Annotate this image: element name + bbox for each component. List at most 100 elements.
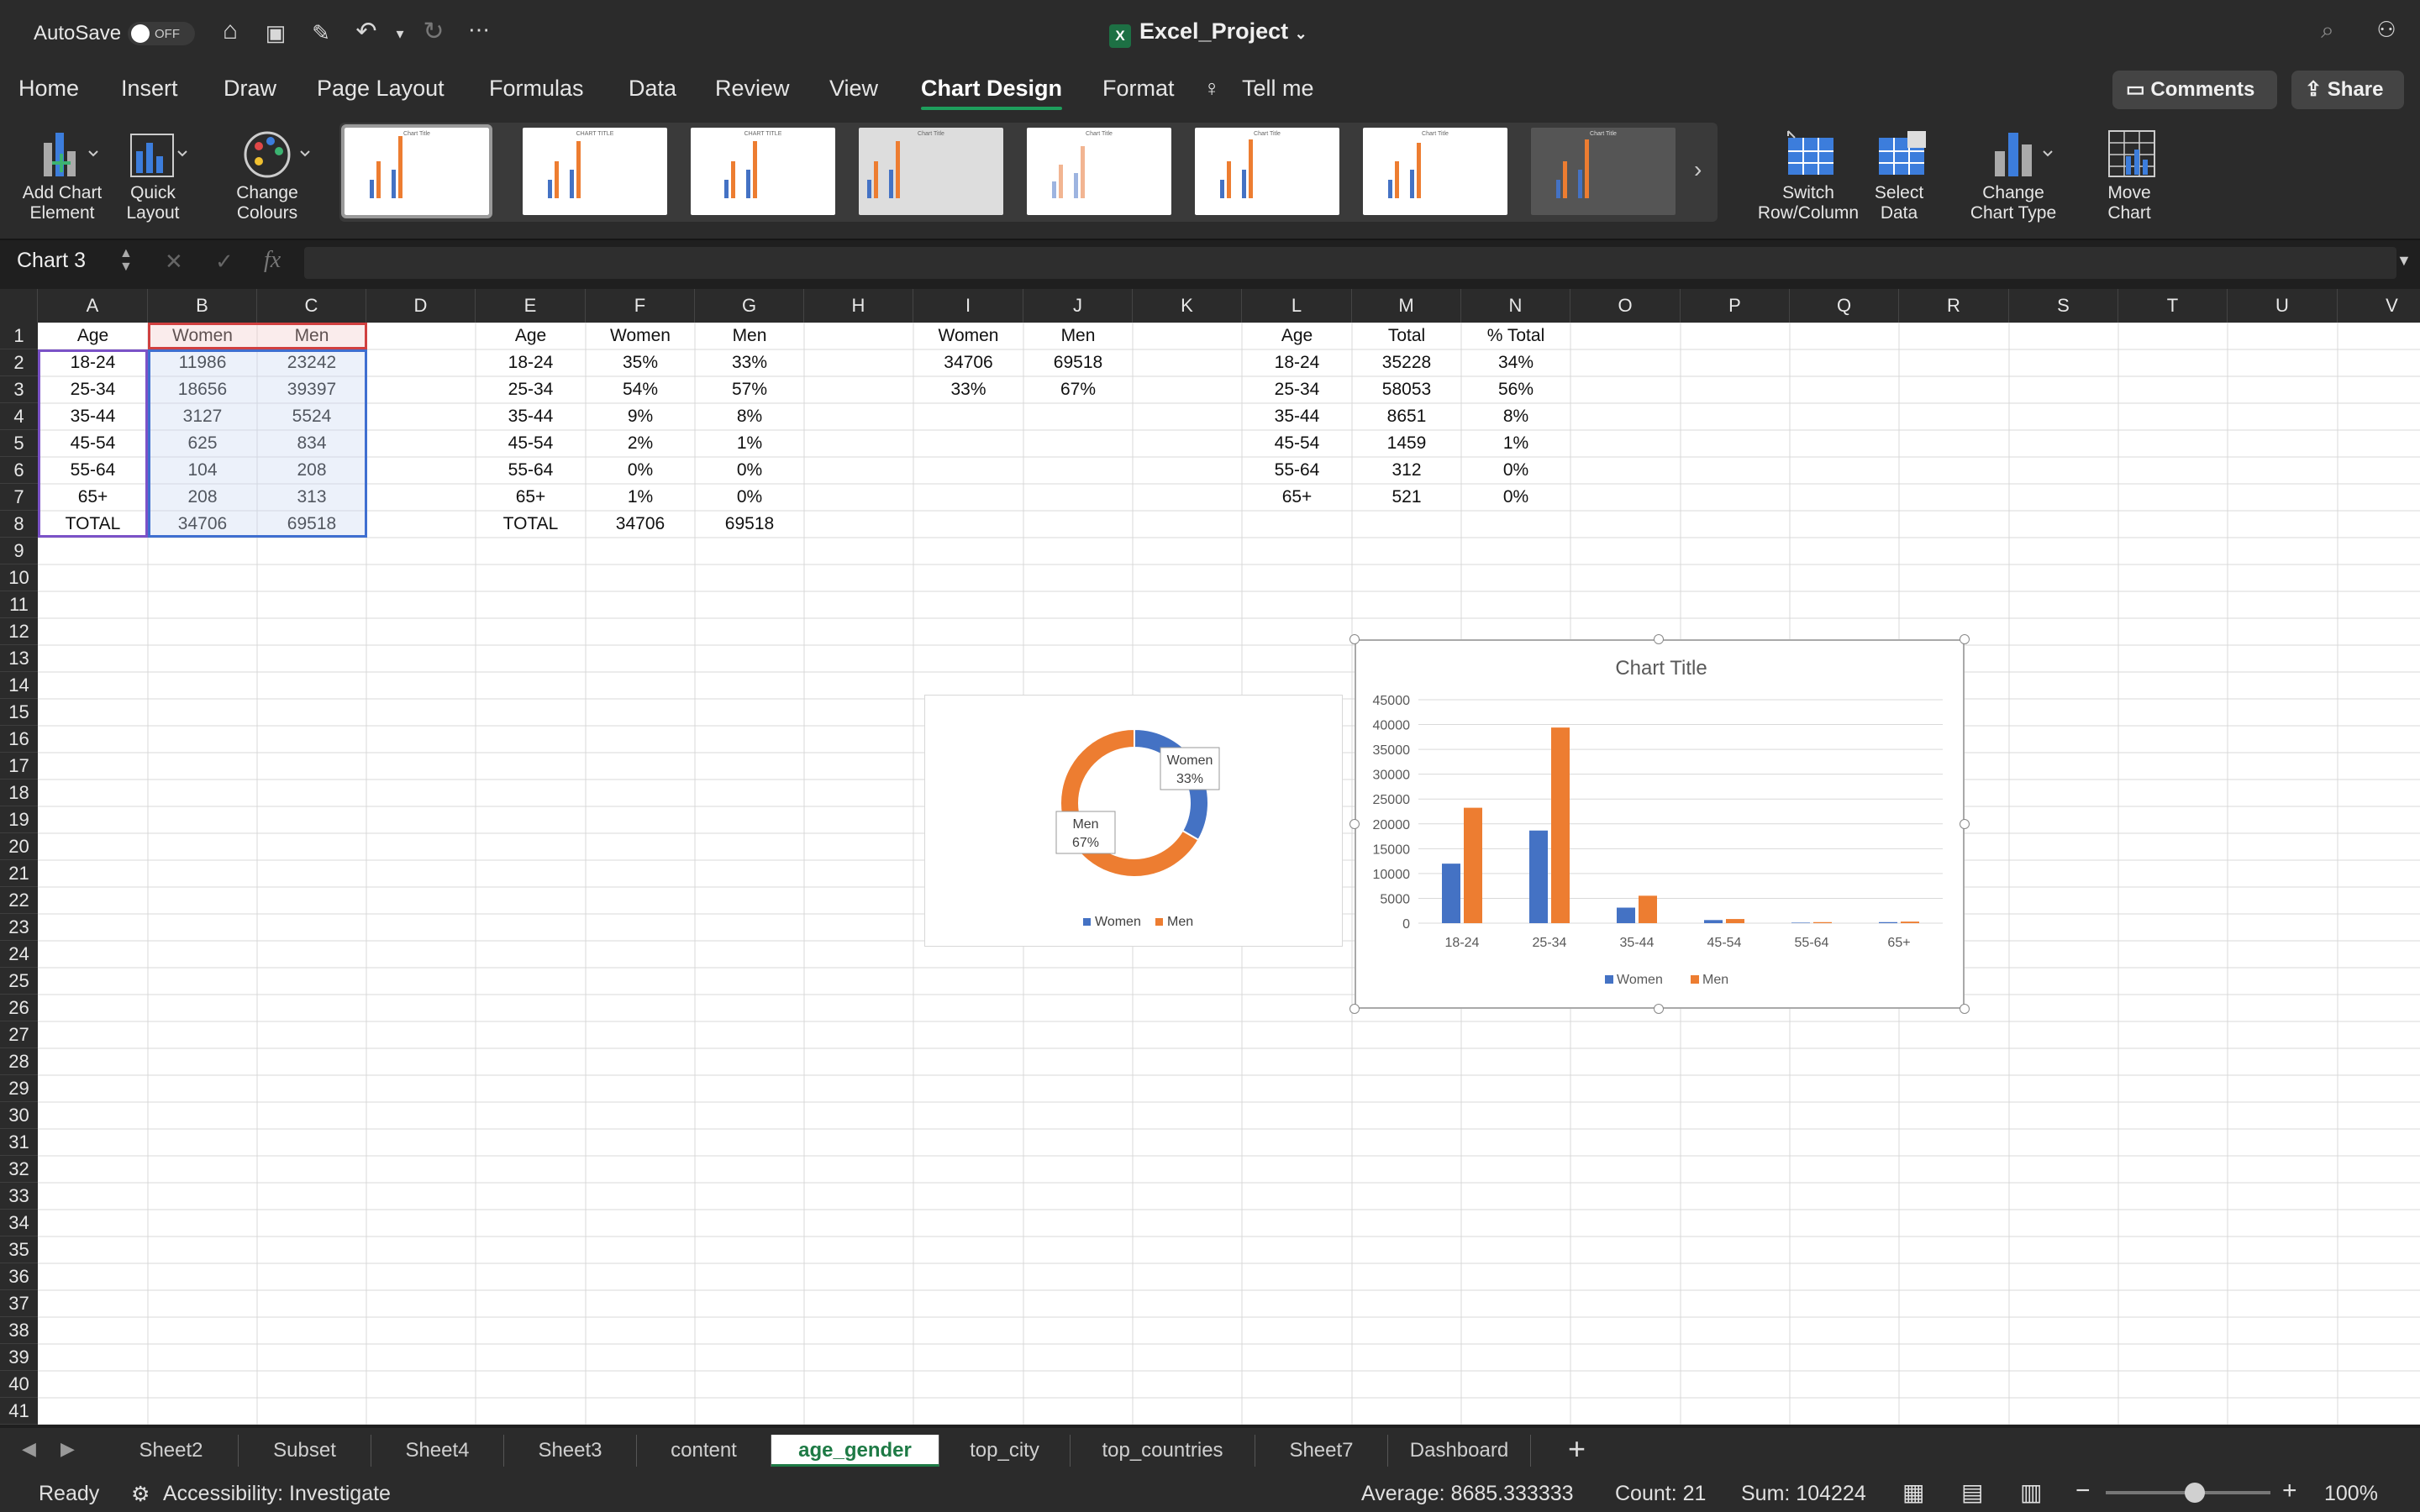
cell-g4[interactable]: 8% (695, 403, 804, 430)
zoom-slider[interactable] (2106, 1483, 2270, 1503)
column-header-t[interactable]: T (2118, 289, 2228, 323)
cell-e3[interactable]: 25-34 (476, 376, 586, 403)
comments-button[interactable]: ▭ Comments (2112, 71, 2277, 109)
gallery-next-icon[interactable]: › (1694, 156, 1702, 183)
cell-m4[interactable]: 8651 (1352, 403, 1461, 430)
column-header-c[interactable]: C (257, 289, 366, 323)
cell-e5[interactable]: 45-54 (476, 430, 586, 457)
column-header-n[interactable]: N (1461, 289, 1570, 323)
chart-style-3[interactable]: CHART TITLE (691, 128, 835, 215)
move-chart-button[interactable]: Move Chart (2096, 126, 2163, 223)
change-colours-button[interactable]: Change Colours (220, 126, 314, 223)
cell-l1[interactable]: Age (1242, 323, 1352, 349)
row-header-24[interactable]: 24 (0, 941, 38, 968)
tab-page-layout[interactable]: Page Layout (317, 76, 445, 102)
column-header-v[interactable]: V (2338, 289, 2420, 323)
cell-n5[interactable]: 1% (1461, 430, 1570, 457)
row-header-19[interactable]: 19 (0, 806, 38, 833)
column-header-s[interactable]: S (2009, 289, 2118, 323)
bar-chart[interactable]: Chart Title 45000 40000 35000 30000 25000 2000… (1355, 639, 1965, 1009)
select-all-corner[interactable] (0, 289, 38, 323)
zoom-level[interactable]: 100% (2324, 1482, 2378, 1506)
tab-review[interactable]: Review (715, 76, 790, 102)
row-header-3[interactable]: 3 (0, 376, 38, 403)
column-header-o[interactable]: O (1570, 289, 1681, 323)
cell-e1[interactable]: Age (476, 323, 586, 349)
cell-g5[interactable]: 1% (695, 430, 804, 457)
row-header-22[interactable]: 22 (0, 887, 38, 914)
row-header-12[interactable]: 12 (0, 618, 38, 645)
zoom-in-icon[interactable]: + (2282, 1477, 2297, 1505)
cell-j2[interactable]: 69518 (1023, 349, 1133, 376)
cell-n2[interactable]: 34% (1461, 349, 1570, 376)
cell-l6[interactable]: 55-64 (1242, 457, 1352, 484)
sheet-tab-content[interactable]: content (637, 1435, 771, 1467)
resize-handle[interactable] (1349, 1004, 1360, 1014)
row-header-9[interactable]: 9 (0, 538, 38, 564)
resize-handle[interactable] (1349, 819, 1360, 829)
scroll-right-icon[interactable]: ▶ (60, 1438, 75, 1460)
formula-input[interactable] (304, 247, 2396, 279)
share-button[interactable]: ⇪ Share (2291, 71, 2404, 109)
cell-l4[interactable]: 35-44 (1242, 403, 1352, 430)
cell-m1[interactable]: Total (1352, 323, 1461, 349)
cell-i3[interactable]: 33% (913, 376, 1023, 403)
row-header-30[interactable]: 30 (0, 1102, 38, 1129)
row-header-13[interactable]: 13 (0, 645, 38, 672)
row-header-34[interactable]: 34 (0, 1210, 38, 1236)
cell-f5[interactable]: 2% (586, 430, 695, 457)
column-header-u[interactable]: U (2228, 289, 2338, 323)
cell-f2[interactable]: 35% (586, 349, 695, 376)
cell-f6[interactable]: 0% (586, 457, 695, 484)
zoom-out-icon[interactable]: − (2075, 1477, 2091, 1505)
resize-handle[interactable] (1960, 1004, 1970, 1014)
column-header-l[interactable]: L (1242, 289, 1352, 323)
expand-formula-icon[interactable]: ▼ (2396, 252, 2412, 270)
row-header-39[interactable]: 39 (0, 1344, 38, 1371)
column-header-j[interactable]: J (1023, 289, 1133, 323)
cell-e8[interactable]: TOTAL (476, 511, 586, 538)
cell-j3[interactable]: 67% (1023, 376, 1133, 403)
tab-draw[interactable]: Draw (224, 76, 276, 102)
row-header-10[interactable]: 10 (0, 564, 38, 591)
resize-handle[interactable] (1960, 819, 1970, 829)
cell-m2[interactable]: 35228 (1352, 349, 1461, 376)
cell-l7[interactable]: 65+ (1242, 484, 1352, 511)
row-header-35[interactable]: 35 (0, 1236, 38, 1263)
tab-view[interactable]: View (829, 76, 878, 102)
cell-n7[interactable]: 0% (1461, 484, 1570, 511)
row-header-5[interactable]: 5 (0, 430, 38, 457)
cell-e2[interactable]: 18-24 (476, 349, 586, 376)
sheet-tab-age-gender[interactable]: age_gender (771, 1435, 939, 1467)
page-break-view-icon[interactable]: ▥ (2020, 1478, 2042, 1506)
chart-style-4[interactable]: Chart Title (859, 128, 1003, 215)
cell-m3[interactable]: 58053 (1352, 376, 1461, 403)
row-header-6[interactable]: 6 (0, 457, 38, 484)
sheet-tab-sheet7[interactable]: Sheet7 (1255, 1435, 1388, 1467)
column-header-b[interactable]: B (148, 289, 257, 323)
cell-l2[interactable]: 18-24 (1242, 349, 1352, 376)
row-header-40[interactable]: 40 (0, 1371, 38, 1398)
cancel-icon[interactable]: ✕ (165, 249, 183, 275)
cell-n3[interactable]: 56% (1461, 376, 1570, 403)
home-icon[interactable]: ⌂ (213, 17, 247, 45)
search-icon[interactable]: ⌕ (2311, 17, 2344, 45)
chart-style-2[interactable]: CHART TITLE (523, 128, 667, 215)
accessibility-status[interactable]: Accessibility: Investigate (163, 1482, 391, 1506)
cell-m6[interactable]: 312 (1352, 457, 1461, 484)
change-chart-type-button[interactable]: Change Chart Type (1963, 126, 2064, 223)
column-header-q[interactable]: Q (1790, 289, 1899, 323)
row-header-32[interactable]: 32 (0, 1156, 38, 1183)
zoom-slider-thumb[interactable] (2184, 1483, 2205, 1503)
column-header-h[interactable]: H (804, 289, 913, 323)
cell-n4[interactable]: 8% (1461, 403, 1570, 430)
row-header-31[interactable]: 31 (0, 1129, 38, 1156)
cell-i1[interactable]: Women (913, 323, 1023, 349)
chart-style-5[interactable]: Chart Title (1027, 128, 1171, 215)
row-header-23[interactable]: 23 (0, 914, 38, 941)
page-layout-view-icon[interactable]: ▤ (1961, 1478, 1983, 1506)
row-header-16[interactable]: 16 (0, 726, 38, 753)
cell-g6[interactable]: 0% (695, 457, 804, 484)
select-data-button[interactable]: Select Data (1867, 126, 1931, 223)
add-chart-element-button[interactable]: Add Chart Element (15, 126, 109, 223)
